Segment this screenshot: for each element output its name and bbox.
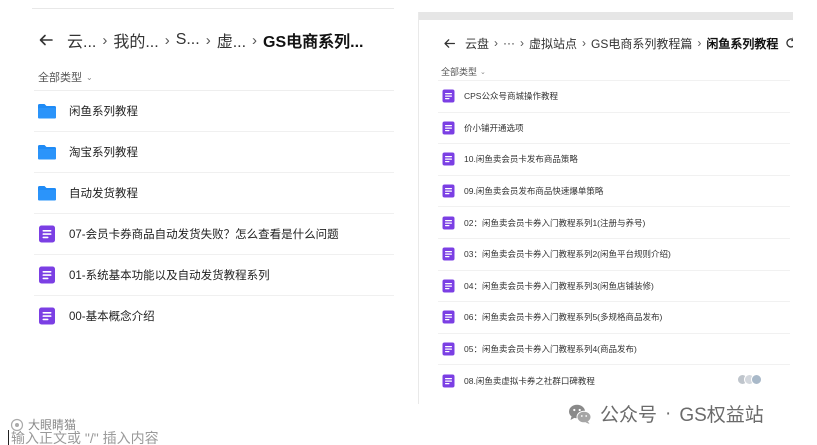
- breadcrumb-separator-icon: ›: [252, 31, 258, 49]
- document-icon: [442, 374, 455, 388]
- chevron-down-icon: ⌄: [86, 72, 93, 82]
- avatar: [751, 374, 762, 386]
- file-name: 00-基本概念介绍: [69, 311, 155, 323]
- breadcrumb-separator-icon: ›: [102, 31, 108, 49]
- document-icon: [39, 266, 55, 284]
- breadcrumb-separator-icon: ›: [494, 36, 499, 50]
- file-row-doc[interactable]: CPS公众号商城操作教程: [438, 80, 790, 112]
- document-icon: [442, 216, 455, 230]
- document-icon: [442, 342, 455, 356]
- refresh-icon[interactable]: [785, 37, 793, 49]
- left-top-divider: [32, 8, 394, 9]
- right-breadcrumb: 云盘 › ··· › 虚拟站点 › GS电商系列教程篇 › 闲鱼系列教程: [443, 34, 793, 52]
- breadcrumb-separator-icon: ›: [520, 36, 525, 50]
- watermark-account-name: GS权益站: [679, 405, 764, 426]
- file-name: 06：闲鱼卖会员卡券入门教程系列5(多规格商品发布): [464, 312, 663, 323]
- type-filter-dropdown[interactable]: 全部类型 ⌄: [38, 69, 93, 85]
- document-icon: [442, 184, 455, 198]
- folder-icon: [38, 145, 56, 160]
- file-row-doc[interactable]: 00-基本概念介绍: [34, 295, 394, 336]
- text-caret: [8, 430, 9, 445]
- chevron-down-icon: ⌄: [480, 68, 486, 76]
- right-file-list: CPS公众号商城操作教程 价小铺开通选项 10.闲鱼卖会员卡发布商品策略 09.…: [438, 80, 790, 396]
- file-name: 01-系统基本功能以及自动发货教程系列: [69, 270, 270, 282]
- file-name: 10.闲鱼卖会员卡发布商品策略: [464, 154, 578, 165]
- breadcrumb-separator-icon: ›: [697, 36, 702, 50]
- screenshot-page: 云... › 我的... › S... › 虚... › GS电商系列... 全…: [0, 0, 817, 445]
- watermark-prefix: 公众号: [600, 405, 658, 426]
- breadcrumb-separator-icon: ›: [164, 31, 170, 49]
- file-name: CPS公众号商城操作教程: [464, 91, 558, 102]
- breadcrumb-item[interactable]: 虚拟站点: [529, 35, 577, 52]
- document-icon: [442, 247, 455, 261]
- file-row-doc[interactable]: 02：闲鱼卖会员卡券入门教程系列1(注册与养号): [438, 206, 790, 238]
- folder-icon: [38, 186, 56, 201]
- document-icon: [442, 310, 455, 324]
- right-top-bar: [419, 12, 793, 20]
- arrow-left-icon[interactable]: [38, 32, 54, 48]
- file-row-doc[interactable]: 10.闲鱼卖会员卡发布商品策略: [438, 143, 790, 175]
- document-icon: [442, 279, 455, 293]
- file-row-doc[interactable]: 03：闲鱼卖会员卡券入门教程系列2(闲鱼平台规则介绍): [438, 237, 790, 270]
- file-name: 02：闲鱼卖会员卡券入门教程系列1(注册与养号): [464, 217, 646, 228]
- file-name: 淘宝系列教程: [69, 147, 138, 159]
- file-row-folder[interactable]: 自动发货教程: [34, 172, 394, 213]
- breadcrumb-separator-icon: ›: [582, 36, 587, 50]
- breadcrumb-item[interactable]: S...: [176, 31, 200, 49]
- left-file-panel: 云... › 我的... › S... › 虚... › GS电商系列... 全…: [20, 0, 394, 350]
- watermark-right: 公众号 · GS权益站: [568, 400, 764, 427]
- breadcrumb-current: GS电商系列...: [263, 34, 364, 51]
- document-icon: [442, 121, 455, 135]
- file-row-doc[interactable]: 价小铺开通选项: [438, 111, 790, 144]
- document-icon: [39, 225, 55, 243]
- file-name: 07-会员卡券商品自动发货失败？怎么查看是什么问题: [69, 229, 339, 241]
- file-row-doc[interactable]: 09.闲鱼卖会员发布商品快速爆单策略: [438, 174, 790, 207]
- editor-input-placeholder[interactable]: 输入正文或 "/" 插入内容: [8, 428, 159, 445]
- file-row-doc[interactable]: 01-系统基本功能以及自动发货教程系列: [34, 254, 394, 295]
- file-name: 闲鱼系列教程: [69, 106, 138, 118]
- type-filter-dropdown[interactable]: 全部类型 ⌄: [441, 65, 486, 78]
- file-row-doc[interactable]: 04：闲鱼卖会员卡券入门教程系列3(闲鱼店铺装修): [438, 269, 790, 302]
- document-icon: [39, 307, 55, 325]
- breadcrumb-item[interactable]: 云...: [67, 28, 96, 52]
- file-name: 价小铺开通选项: [464, 122, 524, 133]
- breadcrumb-separator-icon: ›: [205, 31, 211, 49]
- file-name: 09.闲鱼卖会员发布商品快速爆单策略: [464, 186, 604, 197]
- file-row-doc[interactable]: 05：闲鱼卖会员卡券入门教程系列4(商品发布): [438, 332, 790, 365]
- wechat-icon: [569, 404, 592, 424]
- input-hint-text: 输入正文或 "/" 插入内容: [11, 430, 159, 445]
- file-name: 自动发货教程: [69, 188, 138, 200]
- breadcrumb-item[interactable]: 我的...: [113, 28, 158, 52]
- file-name: 05：闲鱼卖会员卡券入门教程系列4(商品发布): [464, 344, 637, 355]
- breadcrumb-item[interactable]: ···: [503, 36, 515, 50]
- arrow-left-icon[interactable]: [443, 37, 456, 50]
- watermark-separator: ·: [665, 402, 672, 424]
- file-row-folder[interactable]: 淘宝系列教程: [34, 131, 394, 172]
- left-breadcrumb: 云... › 我的... › S... › 虚... › GS电商系列...: [38, 28, 364, 52]
- type-filter-label: 全部类型: [38, 72, 82, 84]
- file-row-doc[interactable]: 08.闲鱼卖虚拟卡券之社群口碑教程: [438, 364, 790, 396]
- file-row-doc[interactable]: 07-会员卡券商品自动发货失败？怎么查看是什么问题: [34, 213, 394, 254]
- file-row-folder[interactable]: 闲鱼系列教程: [34, 90, 394, 131]
- file-name: 03：闲鱼卖会员卡券入门教程系列2(闲鱼平台规则介绍): [464, 249, 671, 260]
- breadcrumb-current: 闲鱼系列教程: [706, 36, 779, 51]
- file-row-doc[interactable]: 06：闲鱼卖会员卡券入门教程系列5(多规格商品发布): [438, 301, 790, 333]
- file-name: 04：闲鱼卖会员卡券入门教程系列3(闲鱼店铺装修): [464, 280, 654, 291]
- document-icon: [442, 152, 455, 166]
- breadcrumb-item[interactable]: 云盘: [465, 35, 489, 52]
- type-filter-label: 全部类型: [441, 67, 478, 77]
- right-file-panel: 云盘 › ··· › 虚拟站点 › GS电商系列教程篇 › 闲鱼系列教程 全部类…: [418, 12, 793, 404]
- breadcrumb-item[interactable]: GS电商系列教程篇: [591, 35, 692, 52]
- file-name: 08.闲鱼卖虚拟卡券之社群口碑教程: [464, 375, 595, 386]
- folder-icon: [38, 104, 56, 119]
- collaborator-avatars: [737, 374, 762, 386]
- breadcrumb-item[interactable]: 虚...: [217, 28, 246, 52]
- document-icon: [442, 89, 455, 103]
- left-file-list: 闲鱼系列教程 淘宝系列教程 自动发货教程 07-会员卡券商品自动发货失败？怎么查…: [34, 90, 394, 336]
